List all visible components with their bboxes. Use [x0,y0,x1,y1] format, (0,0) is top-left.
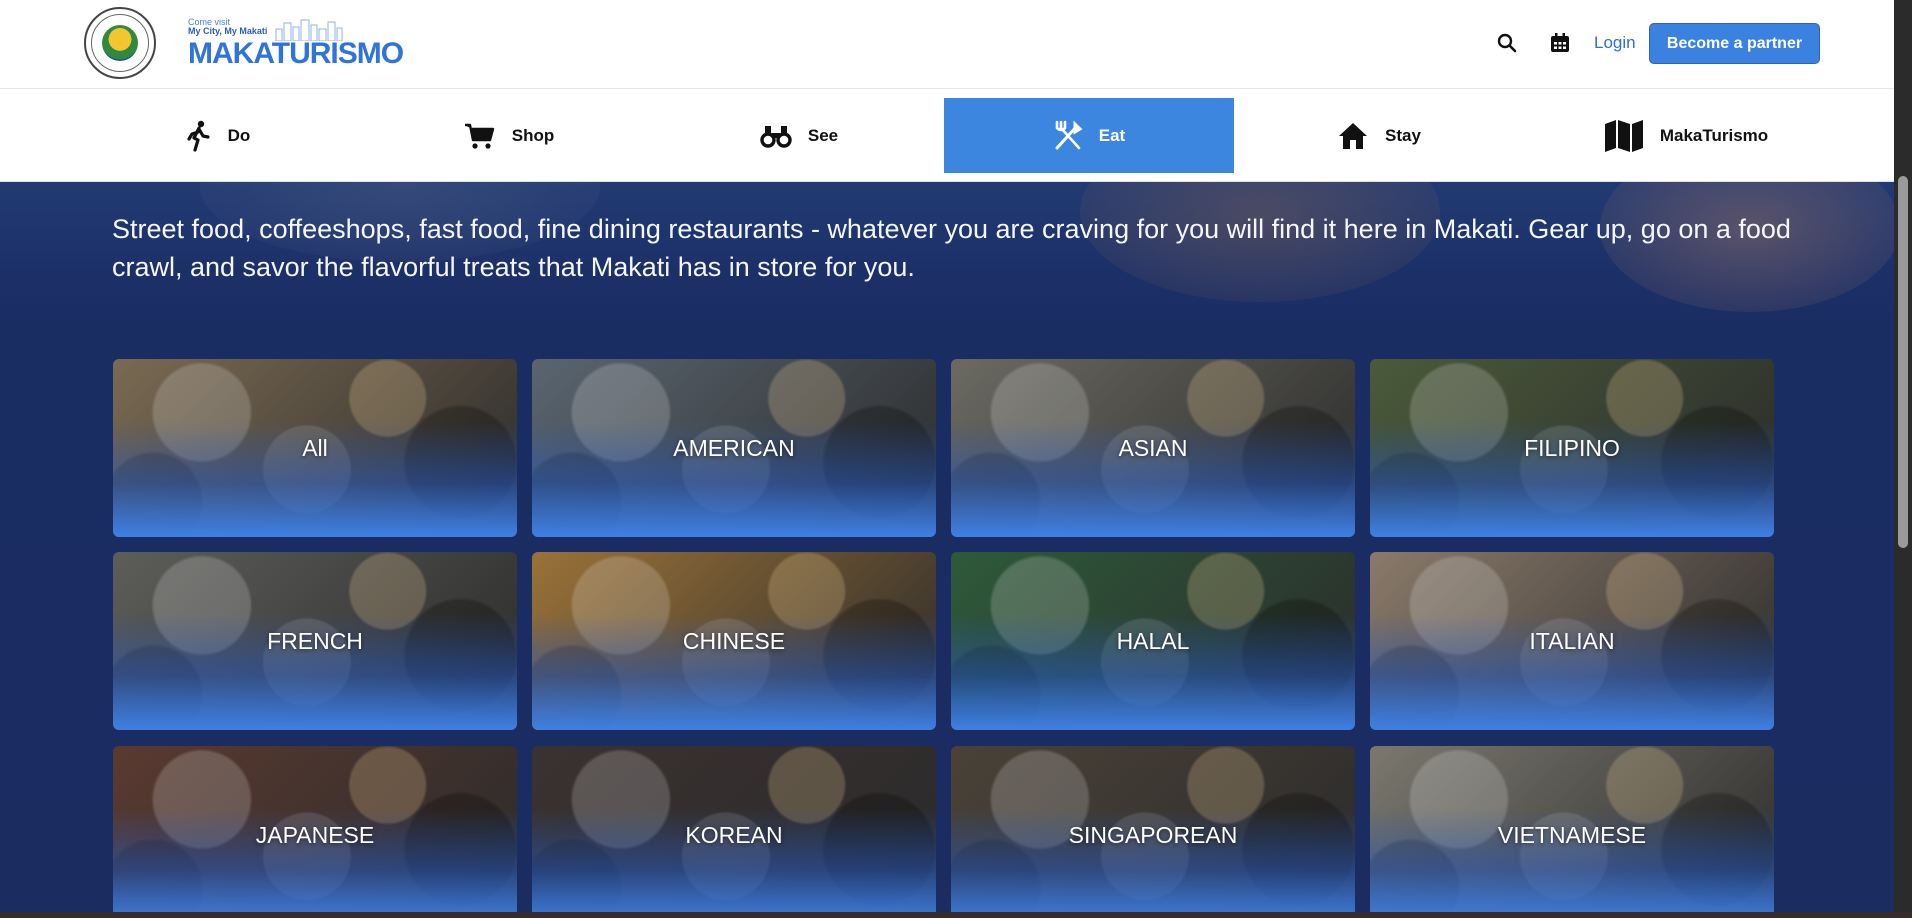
card-label: AMERICAN [673,434,795,461]
category-card-american[interactable]: AMERICAN [532,359,936,537]
card-label: ITALIAN [1529,627,1615,654]
window-bottom-edge [0,912,1912,918]
scrollbar-thumb[interactable] [1898,176,1908,548]
nav-item-see[interactable]: See [654,98,944,173]
house-icon [1339,122,1368,149]
nav-label-stay: Stay [1385,125,1421,145]
nav-item-makaturismo[interactable]: MakaTurismo [1536,98,1836,173]
eat-section: Street food, coffeeshops, fast food, fin… [0,182,1894,912]
category-card-italian[interactable]: ITALIAN [1370,552,1774,730]
category-card-halal[interactable]: HALAL [951,552,1355,730]
nav-label-see: See [807,125,839,145]
card-label: KOREAN [685,821,783,848]
category-card-filipino[interactable]: FILIPINO [1370,359,1774,537]
card-label: CHINESE [682,627,786,654]
become-partner-button[interactable]: Become a partner [1649,23,1820,64]
nav-label-eat: Eat [1098,125,1126,145]
category-card-singaporean[interactable]: SINGAPOREAN [951,746,1355,912]
category-card-chinese[interactable]: CHINESE [532,552,936,730]
fork-knife-icon [1055,119,1083,149]
skyline-icon [275,19,343,41]
nav-item-shop[interactable]: Shop [364,98,654,173]
category-card-vietnamese[interactable]: VIETNAMESE [1370,746,1774,912]
nav-item-stay[interactable]: Stay [1234,98,1524,173]
category-card-all[interactable]: All [113,359,517,537]
nav-label-makaturismo: MakaTurismo [1659,125,1769,145]
card-label: FILIPINO [1524,434,1620,461]
category-nav: Do Shop See Eat Stay MakaTurismo [0,89,1894,182]
search-icon[interactable] [1495,31,1519,55]
nav-item-do[interactable]: Do [72,98,362,173]
logo-tagline-2: My City, My Makati [188,26,268,36]
category-card-korean[interactable]: KOREAN [532,746,936,912]
nav-label-shop: Shop [511,125,555,145]
card-label: FRENCH [267,627,363,654]
card-label: ASIAN [1118,434,1188,461]
nav-item-eat[interactable]: Eat [944,98,1234,173]
card-label: SINGAPOREAN [1068,821,1238,848]
card-label: VIETNAMESE [1497,821,1647,848]
map-icon [1604,119,1643,152]
card-label: All [302,434,328,461]
category-card-french[interactable]: FRENCH [113,552,517,730]
category-card-japanese[interactable]: JAPANESE [113,746,517,912]
category-card-asian[interactable]: ASIAN [951,359,1355,537]
calendar-icon[interactable] [1548,31,1572,55]
makaturismo-logo[interactable]: Come visit My City, My Makati MAKATURISM… [188,17,404,73]
binoculars-icon [760,125,792,148]
shopping-cart-icon [464,123,494,149]
logo-wordmark: MAKATURISMO [188,37,404,70]
card-label: JAPANESE [255,821,375,848]
login-link[interactable]: Login [1594,33,1636,53]
eat-intro-text: Street food, coffeeshops, fast food, fin… [112,214,1791,282]
card-label: HALAL [1116,627,1190,654]
seal-emblem [102,25,138,61]
top-header: Come visit My City, My Makati MAKATURISM… [0,0,1894,89]
walking-person-icon [187,120,210,152]
nav-label-do: Do [227,125,251,145]
city-seal-logo[interactable] [84,7,156,79]
